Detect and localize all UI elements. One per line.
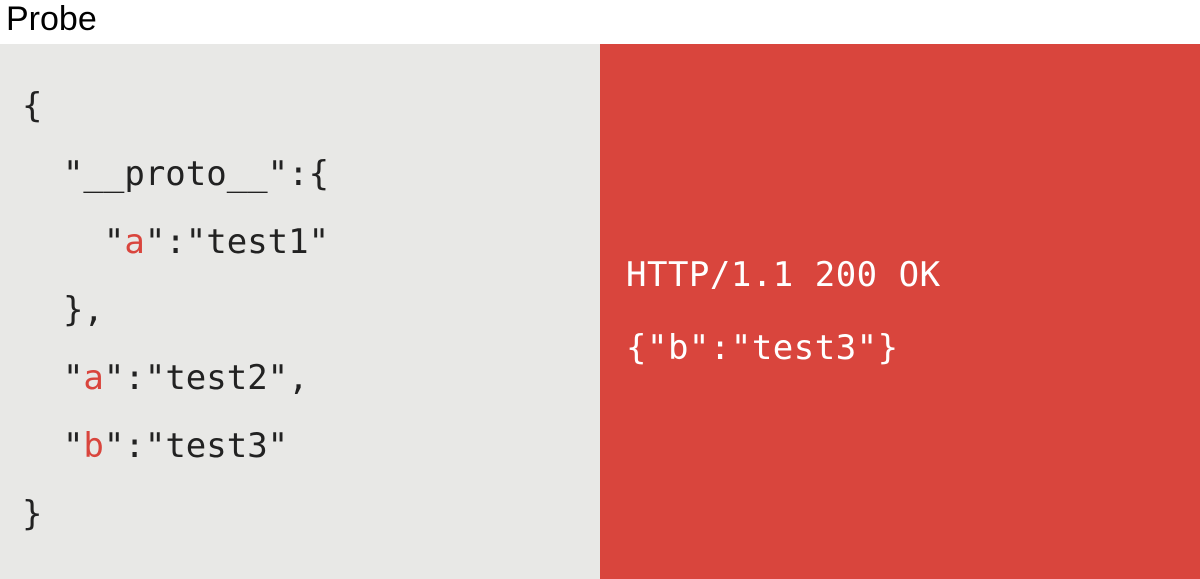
response-status-line: HTTP/1.1 200 OK xyxy=(626,253,1174,297)
proto-inner-prefix: " xyxy=(22,222,124,262)
slide-container: Probe { "__proto__":{ "a":"test1" }, "a"… xyxy=(0,0,1200,579)
key-b-prefix: " xyxy=(22,426,83,466)
key-b: b xyxy=(83,426,103,466)
brace-open: { xyxy=(22,86,42,126)
panels-row: { "__proto__":{ "a":"test1" }, "a":"test… xyxy=(0,44,1200,579)
proto-open: "__proto__":{ xyxy=(22,154,329,194)
response-body: {"b":"test3"} xyxy=(626,326,1174,370)
proto-close: }, xyxy=(22,290,104,330)
brace-close: } xyxy=(22,494,42,534)
page-title: Probe xyxy=(0,0,1200,44)
key-b-suffix: ":"test3" xyxy=(104,426,288,466)
key-a: a xyxy=(83,358,103,398)
request-code-block: { "__proto__":{ "a":"test1" }, "a":"test… xyxy=(22,72,578,548)
key-a-suffix: ":"test2", xyxy=(104,358,309,398)
response-panel: HTTP/1.1 200 OK {"b":"test3"} xyxy=(600,44,1200,579)
proto-inner-suffix: ":"test1" xyxy=(145,222,329,262)
proto-inner-key: a xyxy=(124,222,144,262)
key-a-prefix: " xyxy=(22,358,83,398)
request-panel: { "__proto__":{ "a":"test1" }, "a":"test… xyxy=(0,44,600,579)
